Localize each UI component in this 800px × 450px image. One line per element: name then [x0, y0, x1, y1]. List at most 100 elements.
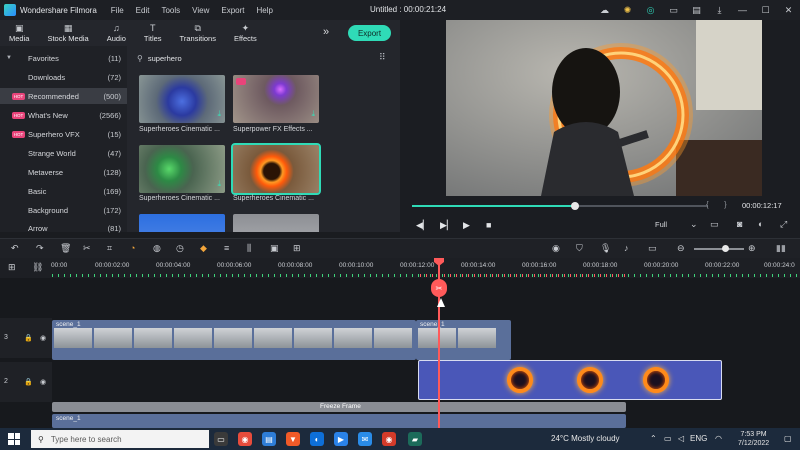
menu-help[interactable]: Help: [256, 6, 272, 15]
file-explorer-icon[interactable]: ▤: [262, 432, 276, 446]
sidebar-item-strange-world[interactable]: Strange World (47): [0, 145, 127, 161]
effect-clip[interactable]: [418, 360, 722, 400]
mail-icon[interactable]: ✉: [358, 432, 372, 446]
zoom-icon[interactable]: ▶: [334, 432, 348, 446]
sidebar-item-downloads[interactable]: Downloads (72): [0, 69, 127, 85]
redo-icon[interactable]: ↷: [36, 243, 44, 254]
wifi-icon[interactable]: ◠: [715, 434, 722, 443]
network-icon[interactable]: ▭: [664, 434, 672, 443]
tab-titles[interactable]: T Titles: [135, 20, 171, 46]
grid-view-icon[interactable]: ⠿: [379, 52, 386, 63]
sidebar-item-arrow[interactable]: Arrow (81): [0, 220, 127, 236]
tab-effects[interactable]: ✦ Effects: [225, 20, 266, 46]
freeze-frame-clip[interactable]: Freeze Frame: [52, 402, 626, 412]
tab-media[interactable]: ▣ Media: [0, 20, 38, 46]
display-icon[interactable]: ▭: [710, 219, 719, 230]
sidebar-item-superhero-vfx[interactable]: HOT Superhero VFX (15): [0, 126, 127, 142]
chrome-icon[interactable]: ◉: [238, 432, 252, 446]
weather-status[interactable]: 24°C Mostly cloudy: [551, 434, 620, 443]
microphone-icon[interactable]: 🎙: [600, 243, 611, 254]
zoom-slider-knob[interactable]: [722, 245, 729, 252]
speed-icon[interactable]: ◔: [130, 243, 135, 253]
sidebar-item-background[interactable]: Background (172): [0, 202, 127, 218]
tray-chevron-icon[interactable]: ⌃: [650, 434, 657, 443]
edge-icon[interactable]: ◐: [310, 432, 324, 446]
render-icon[interactable]: ◉: [552, 243, 560, 254]
playback-progress-bar[interactable]: [412, 202, 708, 210]
eye-icon[interactable]: ◉: [40, 334, 46, 342]
menu-edit[interactable]: Edit: [136, 6, 150, 15]
green-screen-icon[interactable]: ▣: [270, 243, 279, 254]
video-clip[interactable]: scene_1: [52, 320, 416, 360]
voiceover-icon[interactable]: ♪: [624, 243, 629, 253]
headset-icon[interactable]: ◎: [639, 0, 662, 20]
taskbar-search-input[interactable]: ⚲ Type here to search: [31, 430, 209, 448]
stop-icon[interactable]: ■: [486, 220, 491, 230]
zoom-in-icon[interactable]: ⊕: [748, 243, 756, 254]
sun-icon[interactable]: ☁: [593, 0, 616, 20]
windows-start-icon[interactable]: [8, 433, 20, 445]
menu-view[interactable]: View: [192, 6, 209, 15]
video-clip[interactable]: scene_1: [52, 414, 626, 428]
previous-frame-icon[interactable]: ◀▏: [416, 220, 430, 231]
menu-file[interactable]: File: [111, 6, 124, 15]
filmora-taskbar-icon[interactable]: ▰: [408, 432, 422, 446]
split-screen-icon[interactable]: ⊞: [293, 243, 301, 254]
video-clip[interactable]: scene_1: [416, 320, 511, 360]
effect-thumbnail[interactable]: ⤓: [233, 75, 319, 123]
system-clock[interactable]: 7:53 PM 7/12/2022: [738, 430, 769, 448]
menu-tools[interactable]: Tools: [161, 6, 180, 15]
zoom-slider[interactable]: [694, 248, 744, 250]
sidebar-item-recommended[interactable]: HOT Recommended (500): [0, 88, 127, 104]
fullscreen-icon[interactable]: ⤢: [780, 219, 787, 230]
effect-thumbnail[interactable]: ⤓: [139, 75, 225, 123]
sidebar-item-metaverse[interactable]: Metaverse (128): [0, 164, 127, 180]
effect-thumbnail[interactable]: [233, 214, 319, 232]
link-icon[interactable]: ⛓: [32, 262, 43, 273]
lock-icon[interactable]: 🔒: [24, 378, 33, 386]
tab-transitions[interactable]: ⧉ Transitions: [171, 20, 225, 46]
timeline-ruler[interactable]: ⊞ ⛓ 00:00 00:00:02:00 00:00:04:00 00:00:…: [0, 258, 800, 278]
timer-icon[interactable]: ◷: [176, 243, 184, 254]
snapshot-icon[interactable]: ◙: [737, 219, 742, 229]
sidebar-item-whats-new[interactable]: HOT What's New (2566): [0, 107, 127, 123]
layout-icon[interactable]: ▮▮: [776, 243, 786, 254]
volume-icon[interactable]: ◁: [678, 434, 684, 443]
marker-icon[interactable]: ⛉: [576, 243, 583, 254]
close-icon[interactable]: ✕: [777, 0, 800, 20]
quality-select[interactable]: Full: [655, 220, 667, 229]
sidebar-item-favorites[interactable]: ▼ Favorites (11): [0, 50, 127, 66]
eye-icon[interactable]: ◉: [40, 378, 46, 386]
mark-in-button[interactable]: {: [706, 200, 709, 209]
snapshot-icon[interactable]: ▭: [648, 243, 657, 254]
audio-wave-icon[interactable]: ⫼: [247, 243, 251, 254]
scissors-icon[interactable]: ✂: [83, 243, 91, 254]
delete-icon[interactable]: 🗑: [60, 243, 71, 254]
download-icon[interactable]: ⤓: [217, 179, 221, 189]
brave-icon[interactable]: ▼: [286, 432, 300, 446]
effect-thumbnail[interactable]: ⤓: [139, 145, 225, 193]
volume-icon[interactable]: ◐: [758, 219, 763, 229]
zoom-out-icon[interactable]: ⊖: [677, 243, 685, 254]
task-view-icon[interactable]: ▭: [214, 432, 228, 446]
adjust-icon[interactable]: ≡: [224, 243, 229, 253]
minimize-icon[interactable]: —: [731, 0, 754, 20]
sidebar-item-basic[interactable]: Basic (169): [0, 183, 127, 199]
add-track-icon[interactable]: ⊞: [8, 262, 16, 273]
tab-stock-media[interactable]: ▦ Stock Media: [38, 20, 97, 46]
chrome-profile-icon[interactable]: ◉: [382, 432, 396, 446]
lock-icon[interactable]: 🔒: [24, 334, 33, 342]
notification-icon[interactable]: ▢: [784, 434, 792, 443]
split-scissors-button[interactable]: ✂: [431, 279, 447, 297]
tab-audio[interactable]: ♫ Audio: [98, 20, 135, 46]
message-icon[interactable]: ▭: [662, 0, 685, 20]
export-button[interactable]: Export: [348, 25, 391, 41]
effect-thumbnail[interactable]: [139, 214, 225, 232]
crop-icon[interactable]: ⌗: [107, 243, 112, 254]
play-pause-icon[interactable]: ▶▏: [440, 220, 454, 231]
download-icon[interactable]: ⤓: [708, 0, 731, 20]
keyframe-icon[interactable]: ◆: [200, 243, 207, 254]
effect-thumbnail-selected[interactable]: [231, 143, 321, 195]
menu-export[interactable]: Export: [221, 6, 244, 15]
download-icon[interactable]: ⤓: [311, 109, 315, 119]
